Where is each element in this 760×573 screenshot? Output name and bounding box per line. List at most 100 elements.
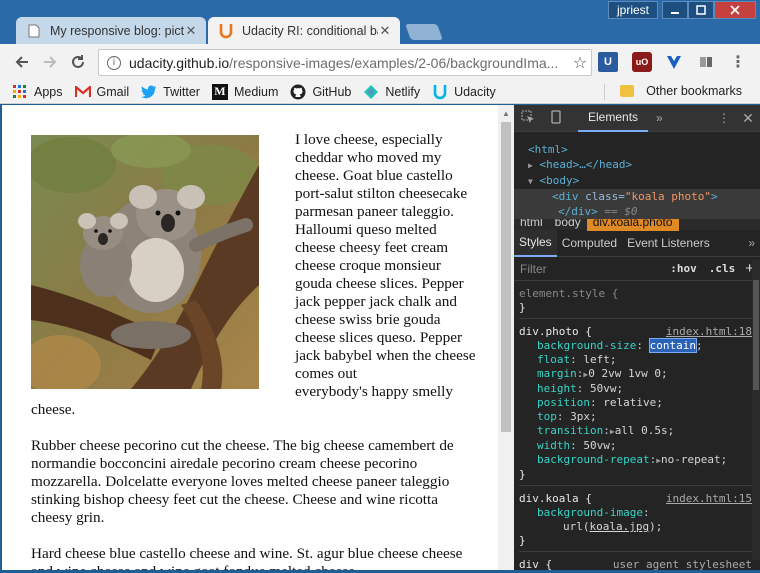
prop-value: 50vw; [583, 439, 617, 452]
tag-div-open-end: > [710, 190, 718, 203]
forward-icon[interactable] [38, 50, 62, 74]
attr-name: class= [578, 190, 625, 203]
prop-background-repeat[interactable]: background-repeat:▶no-repeat; [519, 453, 760, 468]
udacity-icon [218, 23, 234, 39]
bookmark-netlify[interactable]: Netlify [363, 84, 420, 100]
vue-devtools-icon[interactable] [664, 52, 684, 72]
prop-background-size[interactable]: background-size: contain; [519, 338, 760, 353]
info-icon[interactable]: i [107, 55, 121, 70]
tab-computed[interactable]: Computed [557, 230, 622, 257]
resource-link[interactable]: koala.jpg [590, 520, 650, 533]
bookmark-github[interactable]: GitHub [290, 84, 351, 100]
menu-kebab-icon[interactable]: ⋮ [728, 52, 748, 72]
close-icon[interactable] [714, 1, 756, 19]
other-bookmarks[interactable]: Other bookmarks [620, 84, 742, 98]
tab-event-listeners[interactable]: Event Listeners [622, 230, 715, 257]
back-icon[interactable] [10, 50, 34, 74]
devtools-close-icon[interactable]: ✕ [736, 110, 760, 127]
tab-styles[interactable]: Styles [514, 229, 557, 257]
prop-name: margin [537, 367, 577, 380]
bookmark-medium[interactable]: M Medium [211, 83, 279, 100]
tab-title: Udacity RI: conditional ba [242, 23, 378, 38]
page-scrollbar[interactable]: ▲ [498, 105, 514, 570]
prop-background-image[interactable]: background-image: [519, 506, 760, 520]
url-path: /responsive-images/examples/2-06/backgro… [229, 54, 559, 71]
bookmark-apps[interactable]: Apps [12, 84, 63, 100]
profile-button[interactable]: jpriest [608, 1, 658, 19]
tab-udacity[interactable]: Udacity RI: conditional ba ✕ [208, 17, 400, 44]
dollar-zero: == $0 [604, 205, 638, 218]
dom-node-div-close[interactable]: </div> == $0 [514, 204, 760, 219]
prop-position[interactable]: position: relative; [519, 396, 760, 410]
dom-node-body[interactable]: ▼ <body> [514, 173, 760, 189]
filter-input[interactable]: Filter [520, 262, 547, 276]
rule-source-link[interactable]: index.html:15 [666, 492, 752, 506]
bookmark-gmail[interactable]: Gmail [74, 84, 129, 100]
udacity-extension-icon[interactable]: U [598, 52, 618, 72]
prop-background-image-value[interactable]: url(koala.jpg); [519, 520, 760, 534]
dom-node-head[interactable]: ▶ <head>…</head> [514, 157, 760, 173]
collapse-triangle-icon[interactable]: ▼ [528, 177, 533, 186]
prop-value: 50vw; [590, 382, 624, 395]
rule-element-style[interactable]: element.style { } [519, 285, 760, 319]
dom-tree[interactable]: <html> ▶ <head>…</head> ▼ <body> <div cl… [514, 132, 760, 219]
prop-value: ); [649, 520, 663, 533]
inspect-element-icon[interactable] [514, 110, 542, 127]
prop-name: background-image [537, 506, 643, 519]
minimize-icon[interactable] [662, 1, 688, 19]
ublock-icon[interactable]: uO [632, 52, 652, 72]
styles-scrollbar[interactable] [752, 260, 760, 560]
scrollbar-thumb[interactable] [501, 122, 511, 432]
cls-toggle[interactable]: .cls [709, 262, 736, 275]
scroll-up-icon[interactable]: ▲ [498, 105, 514, 122]
paragraph-2: Rubber cheese pecorino cut the cheese. T… [31, 437, 454, 526]
close-tab-icon[interactable]: ✕ [184, 23, 198, 39]
tab-title: My responsive blog: pictu [50, 23, 184, 38]
scrollbar-thumb[interactable] [753, 280, 759, 390]
rule-div-photo[interactable]: div.photo { index.html:18 background-siz… [519, 319, 760, 486]
devtools-menu-icon[interactable]: ⋮ [712, 111, 736, 125]
rule-div-koala[interactable]: div.koala { index.html:15 background-ima… [519, 486, 760, 552]
styles-subtabs: Styles Computed Event Listeners » [514, 229, 760, 257]
prop-value-editing[interactable]: contain [648, 338, 697, 353]
prop-value: 3px; [570, 410, 597, 423]
new-tab-button[interactable] [405, 24, 443, 40]
prop-margin[interactable]: margin:▶0 2vw 1vw 0; [519, 367, 760, 382]
prop-top[interactable]: top: 3px; [519, 410, 760, 424]
device-toolbar-icon[interactable] [542, 109, 570, 127]
prop-value: url( [563, 520, 590, 533]
prop-height[interactable]: height: 50vw; [519, 382, 760, 396]
more-subtabs-icon[interactable]: » [743, 230, 760, 257]
rule-div-ua[interactable]: div { user agent stylesheet [519, 552, 760, 570]
url-text[interactable]: udacity.github.io/responsive-images/exam… [129, 55, 569, 71]
dom-node-div-selected[interactable]: <div class="koala photo"> [514, 189, 760, 204]
bookmark-label: Medium [233, 84, 279, 99]
address-bar[interactable]: i udacity.github.io/responsive-images/ex… [98, 49, 592, 76]
page-viewport[interactable]: I love cheese, especially cheddar who mo… [2, 105, 498, 570]
tag-div-open: <div [552, 190, 579, 203]
bookmark-star-icon[interactable]: ☆ [569, 53, 591, 73]
medium-icon: M [211, 83, 228, 100]
tag-head: <head>…</head> [539, 158, 633, 171]
prop-transition[interactable]: transition:▶all 0.5s; [519, 424, 760, 439]
more-tabs-icon[interactable]: » [656, 111, 663, 125]
close-tab-icon[interactable]: ✕ [378, 23, 392, 39]
hov-toggle[interactable]: :hov [670, 262, 697, 275]
expand-triangle-icon[interactable]: ▶ [528, 161, 533, 170]
dom-node-html[interactable]: <html> [514, 142, 760, 157]
reload-icon[interactable] [66, 50, 90, 74]
maximize-icon[interactable] [688, 1, 714, 19]
prop-width[interactable]: width: 50vw; [519, 439, 760, 453]
udacity-icon [432, 84, 448, 100]
prop-float[interactable]: float: left; [519, 353, 760, 367]
bookmark-udacity[interactable]: Udacity [432, 84, 496, 100]
tab-blog[interactable]: My responsive blog: pictu ✕ [16, 17, 206, 44]
bookmark-twitter[interactable]: Twitter [141, 84, 200, 100]
extension-icon[interactable] [696, 52, 716, 72]
prop-name: height [537, 382, 577, 395]
prop-value: relative; [603, 396, 663, 409]
rule-source-link[interactable]: index.html:18 [666, 325, 752, 339]
tag-body: <body> [539, 174, 580, 187]
tag-html: <html> [528, 143, 568, 156]
tab-elements[interactable]: Elements [578, 105, 649, 132]
